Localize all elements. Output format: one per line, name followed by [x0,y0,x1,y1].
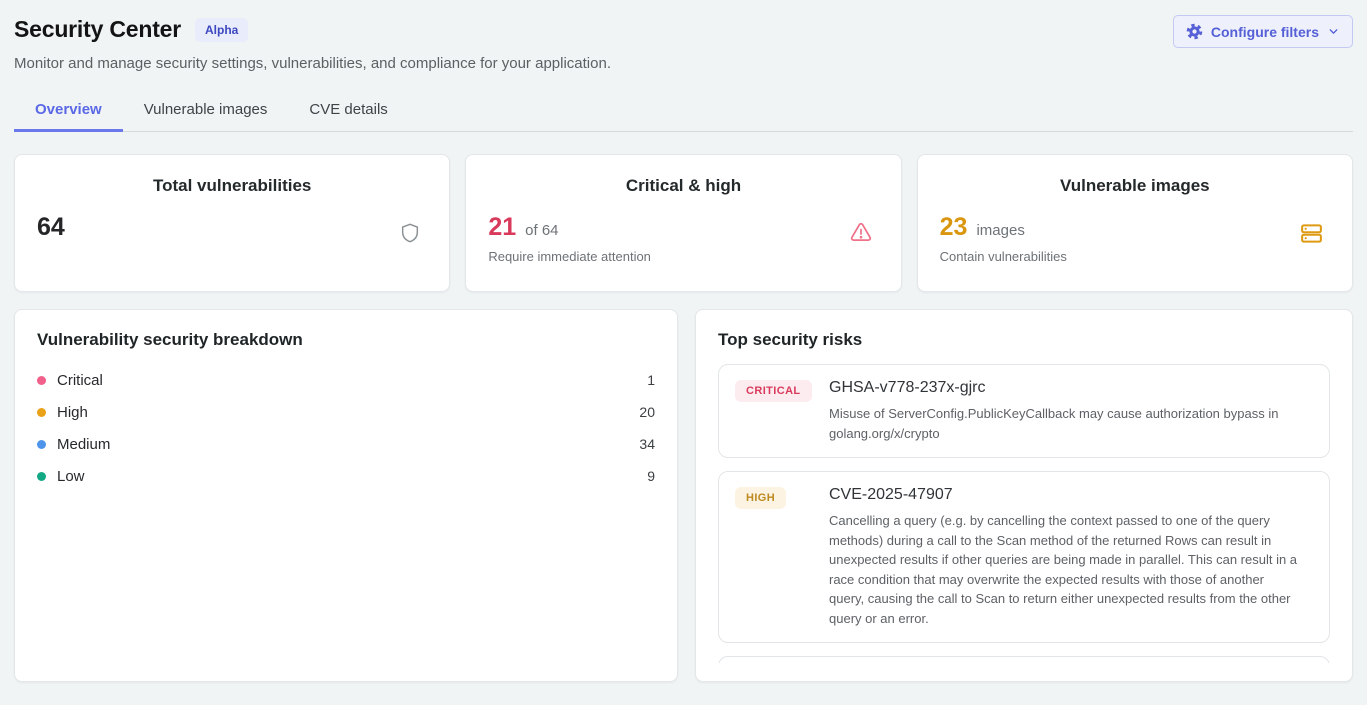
breakdown-row: High 20 [37,396,655,428]
severity-badge: CRITICAL [735,380,812,402]
stat-suffix: images [976,222,1024,239]
severity-label: Low [57,468,85,485]
risk-description: Misuse of ServerConfig.PublicKeyCallback… [829,404,1299,443]
risk-card[interactable]: HIGH CVE-2025-47907 Cancelling a query (… [718,471,1330,643]
severity-count: 20 [639,404,655,420]
tab-cve-details[interactable]: CVE details [288,92,408,132]
stat-value: 64 [37,215,65,240]
severity-label: High [57,404,88,421]
configure-filters-button[interactable]: Configure filters [1173,15,1353,48]
server-icon [1299,221,1324,251]
stat-title: Vulnerable images [940,176,1330,196]
stat-subtext: Require immediate attention [488,249,878,264]
configure-filters-label: Configure filters [1211,24,1319,40]
tab-vulnerable-images[interactable]: Vulnerable images [123,92,289,132]
breakdown-rows: Critical 1 High 20 Medium 34 [37,364,655,492]
severity-dot [37,440,46,449]
stat-value: 23 [940,215,968,240]
warning-triangle-icon [849,221,873,249]
security-center-page: Security Center Alpha Monitor and manage… [0,0,1367,682]
stats-row: Total vulnerabilities 64 Critical & high… [14,154,1353,292]
risk-card[interactable]: HIGH CVE-2025-9086 [718,656,1330,663]
risk-id: CVE-2025-47907 [829,486,1313,504]
top-security-risks-panel: Top security risks CRITICAL GHSA-v778-23… [695,309,1353,682]
severity-count: 9 [647,468,655,484]
stat-card-total-vulnerabilities: Total vulnerabilities 64 [14,154,450,292]
alpha-badge: Alpha [195,18,248,42]
severity-dot [37,376,46,385]
stat-value: 21 [488,215,516,240]
stat-card-critical-high: Critical & high 21 of 64 Require immedia… [465,154,901,292]
risk-description: Cancelling a query (e.g. by cancelling t… [829,511,1299,628]
risk-card[interactable]: CRITICAL GHSA-v778-237x-gjrc Misuse of S… [718,364,1330,458]
stat-subtext: Contain vulnerabilities [940,249,1330,264]
risk-list: CRITICAL GHSA-v778-237x-gjrc Misuse of S… [718,364,1330,663]
severity-count: 34 [639,436,655,452]
page-subtitle: Monitor and manage security settings, vu… [14,55,1353,72]
gear-icon [1186,23,1203,40]
tab-bar: Overview Vulnerable images CVE details [14,92,1353,132]
risks-title: Top security risks [718,330,1330,350]
severity-dot [37,472,46,481]
breakdown-row: Critical 1 [37,364,655,396]
stat-suffix: of 64 [525,222,558,239]
breakdown-row: Medium 34 [37,428,655,460]
vulnerability-breakdown-panel: Vulnerability security breakdown Critica… [14,309,678,682]
stat-card-vulnerable-images: Vulnerable images 23 images Contain vuln… [917,154,1353,292]
breakdown-row: Low 9 [37,460,655,492]
severity-label: Medium [57,436,110,453]
severity-count: 1 [647,372,655,388]
shield-icon [399,221,421,250]
stat-title: Total vulnerabilities [37,176,427,196]
page-title: Security Center [14,16,181,43]
chevron-down-icon [1327,25,1340,38]
risk-id: GHSA-v778-237x-gjrc [829,379,1313,397]
severity-label: Critical [57,372,103,389]
stat-title: Critical & high [488,176,878,196]
breakdown-title: Vulnerability security breakdown [37,330,655,350]
tab-overview[interactable]: Overview [14,92,123,132]
severity-dot [37,408,46,417]
panels-row: Vulnerability security breakdown Critica… [14,309,1353,682]
page-header: Security Center Alpha Monitor and manage… [14,0,1353,72]
severity-badge: HIGH [735,487,786,509]
